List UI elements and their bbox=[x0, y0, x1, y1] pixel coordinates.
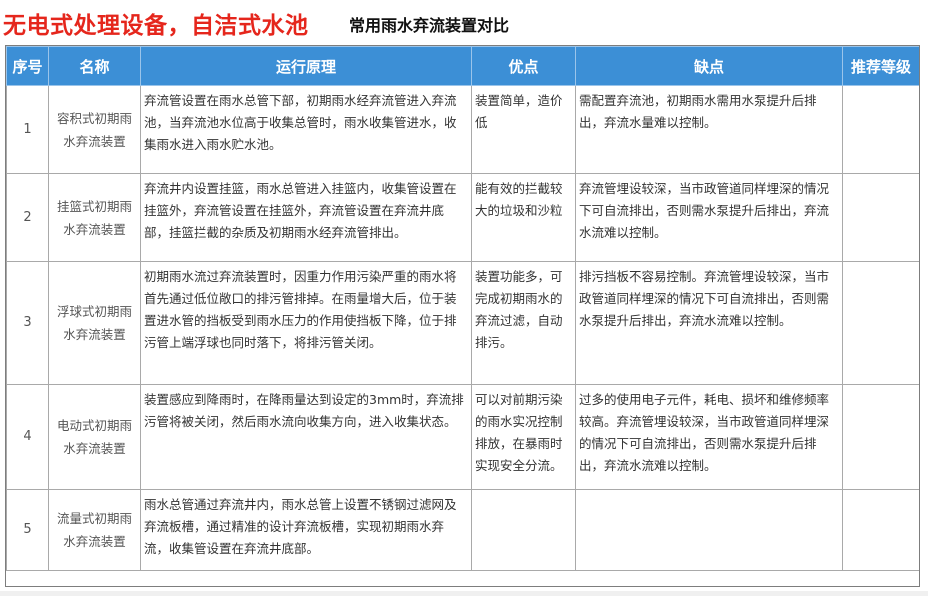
cell-principle: 弃流管设置在雨水总管下部，初期雨水经弃流管进入弃流池，当弃流池水位高于收集总管时… bbox=[140, 85, 472, 174]
cell-no: 4 bbox=[6, 384, 49, 490]
cell-principle: 弃流井内设置挂篮，雨水总管进入挂篮内，收集管设置在挂篮外，弃流管设置在挂篮外，弃… bbox=[140, 173, 472, 262]
sub-title: 常用雨水弃流装置对比 bbox=[349, 16, 510, 35]
table-header-row: 序号 名称 运行原理 优点 缺点 推荐等级 bbox=[6, 46, 919, 86]
table-row: 4 电动式初期雨水弃流装置 装置感应到降雨时，在降雨量达到设定的3mm时，弃流排… bbox=[6, 384, 919, 490]
table-row: 3 浮球式初期雨水弃流装置 初期雨水流过弃流装置时，因重力作用污染严重的雨水将首… bbox=[6, 261, 919, 385]
cell-principle: 初期雨水流过弃流装置时，因重力作用污染严重的雨水将首先通过低位敞口的排污管排掉。… bbox=[140, 261, 472, 385]
cell-level bbox=[842, 489, 919, 571]
cell-pros: 能有效的拦截较大的垃圾和沙粒 bbox=[471, 173, 576, 262]
cell-name: 容积式初期雨水弃流装置 bbox=[48, 85, 141, 174]
header-principle: 运行原理 bbox=[140, 46, 472, 86]
table-row: 1 容积式初期雨水弃流装置 弃流管设置在雨水总管下部，初期雨水经弃流管进入弃流池… bbox=[6, 85, 919, 174]
cell-pros bbox=[471, 489, 576, 571]
cell-level bbox=[842, 173, 919, 262]
cell-no: 2 bbox=[6, 173, 49, 262]
header-level: 推荐等级 bbox=[842, 46, 919, 86]
cell-level bbox=[842, 261, 919, 385]
cell-principle: 雨水总管通过弃流井内，雨水总管上设置不锈钢过滤网及弃流板槽，通过精准的设计弃流板… bbox=[140, 489, 472, 571]
cell-level bbox=[842, 85, 919, 174]
cell-name: 电动式初期雨水弃流装置 bbox=[48, 384, 141, 490]
cell-name: 浮球式初期雨水弃流装置 bbox=[48, 261, 141, 385]
comparison-table-frame: 序号 名称 运行原理 优点 缺点 推荐等级 1 容积式初期雨水弃流装置 弃流管设… bbox=[5, 45, 920, 587]
cell-cons bbox=[575, 489, 843, 571]
header-pros: 优点 bbox=[471, 46, 576, 86]
cell-pros: 可以对前期污染的雨水实况控制排放，在暴雨时实现安全分流。 bbox=[471, 384, 576, 490]
cell-pros: 装置功能多，可完成初期雨水的弃流过滤，自动排污。 bbox=[471, 261, 576, 385]
cell-cons: 需配置弃流池，初期雨水需用水泵提升后排出，弃流水量难以控制。 bbox=[575, 85, 843, 174]
cell-no: 1 bbox=[6, 85, 49, 174]
main-title: 无电式处理设备，自洁式水池 bbox=[3, 13, 309, 39]
cell-pros: 装置简单，造价低 bbox=[471, 85, 576, 174]
comparison-table: 序号 名称 运行原理 优点 缺点 推荐等级 1 容积式初期雨水弃流装置 弃流管设… bbox=[6, 46, 919, 571]
cell-principle: 装置感应到降雨时，在降雨量达到设定的3mm时，弃流排污管将被关闭，然后雨水流向收… bbox=[140, 384, 472, 490]
cell-no: 5 bbox=[6, 489, 49, 571]
cell-name: 流量式初期雨水弃流装置 bbox=[48, 489, 141, 571]
cell-cons: 弃流管埋设较深，当市政管道同样埋深的情况下可自流排出，否则需水泵提升后排出，弃流… bbox=[575, 173, 843, 262]
table-row: 5 流量式初期雨水弃流装置 雨水总管通过弃流井内，雨水总管上设置不锈钢过滤网及弃… bbox=[6, 489, 919, 571]
title-bar: 无电式处理设备，自洁式水池 常用雨水弃流装置对比 bbox=[0, 0, 928, 42]
table-row: 2 挂篮式初期雨水弃流装置 弃流井内设置挂篮，雨水总管进入挂篮内，收集管设置在挂… bbox=[6, 173, 919, 262]
cell-no: 3 bbox=[6, 261, 49, 385]
header-cons: 缺点 bbox=[575, 46, 843, 86]
header-no: 序号 bbox=[6, 46, 49, 86]
cell-level bbox=[842, 384, 919, 490]
page-bottom-edge bbox=[0, 591, 928, 596]
cell-cons: 排污挡板不容易控制。弃流管埋设较深，当市政管道同样埋深的情况下可自流排出，否则需… bbox=[575, 261, 843, 385]
cell-name: 挂篮式初期雨水弃流装置 bbox=[48, 173, 141, 262]
cell-cons: 过多的使用电子元件，耗电、损坏和维修频率较高。弃流管埋设较深，当市政管道同样埋深… bbox=[575, 384, 843, 490]
header-name: 名称 bbox=[48, 46, 141, 86]
